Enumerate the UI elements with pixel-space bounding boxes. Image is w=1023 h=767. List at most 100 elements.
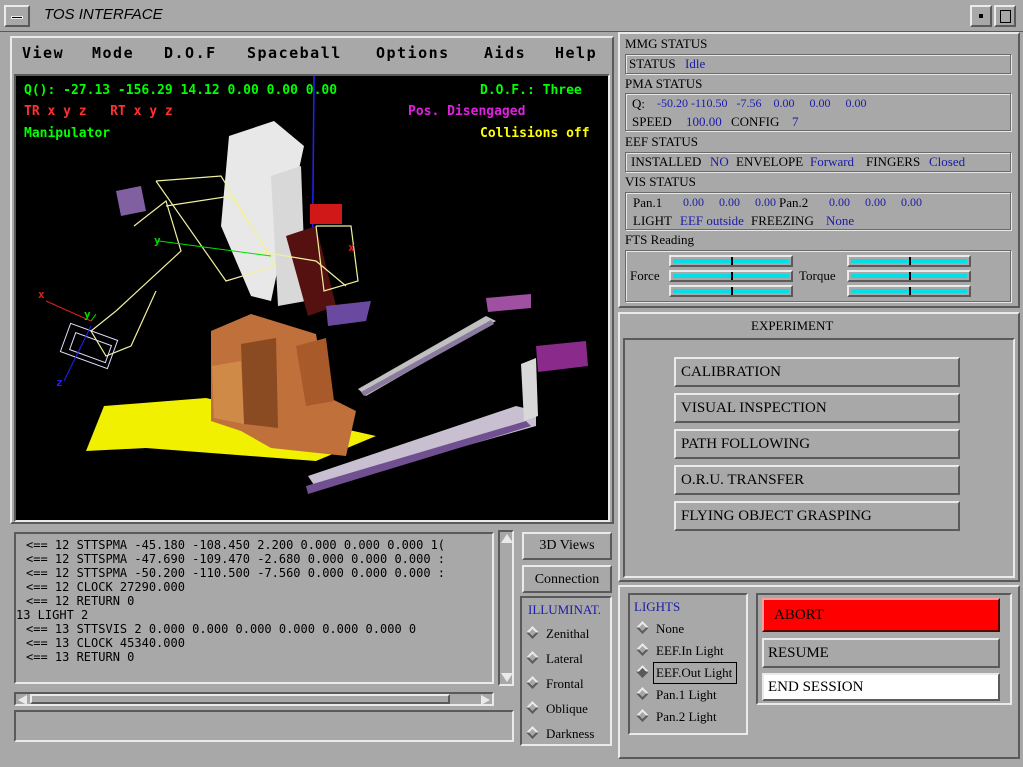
force-bar-z bbox=[669, 285, 793, 297]
vis-pan1-label: Pan.1 bbox=[633, 195, 663, 210]
pma-q-values: -50.20 -110.50 -7.56 0.00 0.00 0.00 bbox=[657, 96, 867, 110]
maximize-button[interactable] bbox=[994, 5, 1016, 27]
command-input[interactable] bbox=[14, 710, 514, 742]
pma-config-value: 7 bbox=[792, 114, 799, 129]
resume-button[interactable]: RESUME bbox=[762, 638, 1000, 668]
radio-icon bbox=[636, 643, 649, 656]
minimize-icon bbox=[979, 14, 983, 18]
calibration-button[interactable]: CALIBRATION bbox=[674, 357, 960, 387]
end-session-button[interactable]: END SESSION bbox=[762, 673, 1000, 701]
log-line: <== 12 STTSPMA -45.180 -108.450 2.200 0.… bbox=[26, 538, 446, 552]
eef-envelope-value: Forward bbox=[810, 154, 855, 169]
pma-speed-label: SPEED bbox=[632, 114, 672, 129]
illum-darkness-radio[interactable]: Darkness bbox=[526, 726, 594, 742]
scroll-down-icon[interactable] bbox=[501, 673, 513, 682]
eef-installed-label: INSTALLED bbox=[631, 154, 702, 169]
log-line: <== 12 STTSPMA -47.690 -109.470 -2.680 0… bbox=[26, 552, 446, 566]
radio-icon bbox=[526, 701, 539, 714]
menu-help[interactable]: Help bbox=[555, 44, 597, 62]
fts-reading-field: Force Torque bbox=[625, 250, 1011, 302]
dof-readout: D.O.F.: Three bbox=[480, 83, 582, 98]
axis-label-y2: y bbox=[84, 308, 91, 321]
visual-inspection-button[interactable]: VISUAL INSPECTION bbox=[674, 393, 960, 423]
illumination-panel: ILLUMINAT. Zenithal Lateral Frontal Obli… bbox=[520, 596, 612, 746]
illum-oblique-radio[interactable]: Oblique bbox=[526, 701, 588, 717]
title-bar: TOS INTERFACE bbox=[0, 0, 1023, 32]
mmg-status-title: MMG STATUS bbox=[625, 36, 708, 51]
log-line: <== 13 RETURN 0 bbox=[26, 650, 135, 664]
illum-lateral-radio[interactable]: Lateral bbox=[526, 651, 583, 667]
menu-spaceball[interactable]: Spaceball bbox=[247, 44, 342, 62]
lights-title: LIGHTS bbox=[634, 599, 681, 614]
pma-config-label: CONFIG bbox=[731, 114, 780, 129]
log-line: <== 12 STTSPMA -50.200 -110.500 -7.560 0… bbox=[26, 566, 446, 580]
light-none-radio[interactable]: None bbox=[636, 621, 684, 637]
fts-reading-title: FTS Reading bbox=[625, 232, 694, 247]
menu-dof[interactable]: D.O.F bbox=[164, 44, 217, 62]
log-vertical-scrollbar[interactable] bbox=[498, 530, 514, 686]
abort-button[interactable]: ABORT bbox=[762, 598, 1000, 632]
radio-icon bbox=[526, 626, 539, 639]
vis-light-label: LIGHT bbox=[633, 213, 672, 228]
frame-labels: TR x y z RT x y z bbox=[24, 104, 173, 119]
vis-pan2-label: Pan.2 bbox=[779, 195, 809, 210]
connection-button[interactable]: Connection bbox=[522, 565, 612, 593]
pma-status-title: PMA STATUS bbox=[625, 76, 703, 91]
radio-icon bbox=[636, 687, 649, 700]
experiment-title: EXPERIMENT bbox=[751, 318, 834, 333]
3d-scene-view[interactable]: Q(): -27.13 -156.29 14.12 0.00 0.00 0.00… bbox=[14, 74, 610, 522]
scroll-right-icon[interactable] bbox=[481, 695, 490, 705]
axis-label-z2: z bbox=[56, 376, 63, 389]
force-bar-y bbox=[669, 270, 793, 282]
illumination-title: ILLUMINAT. bbox=[528, 602, 602, 617]
radio-icon bbox=[526, 651, 539, 664]
eef-fingers-value: Closed bbox=[929, 154, 966, 169]
light-pan1-radio[interactable]: Pan.1 Light bbox=[636, 687, 717, 703]
joint-readout: Q(): -27.13 -156.29 14.12 0.00 0.00 0.00 bbox=[24, 83, 338, 98]
light-eef-in-radio[interactable]: EEF.In Light bbox=[636, 643, 724, 659]
status-label: STATUS bbox=[629, 56, 676, 71]
vis-status-field: Pan.1 0.00 0.00 0.00 Pan.2 0.00 0.00 0.0… bbox=[625, 192, 1011, 230]
log-line: <== 12 CLOCK 27290.000 bbox=[26, 580, 185, 594]
message-log[interactable]: <== 12 STTSPMA -45.180 -108.450 2.200 0.… bbox=[14, 532, 494, 684]
menu-mode[interactable]: Mode bbox=[92, 44, 134, 62]
scroll-up-icon[interactable] bbox=[501, 534, 513, 543]
3d-views-button[interactable]: 3D Views bbox=[522, 532, 612, 560]
window-menu-button[interactable] bbox=[4, 5, 30, 27]
illum-zenithal-radio[interactable]: Zenithal bbox=[526, 626, 589, 642]
force-bar-x bbox=[669, 255, 793, 267]
horizontal-scroll-thumb[interactable] bbox=[30, 694, 450, 704]
menu-options[interactable]: Options bbox=[376, 44, 450, 62]
force-label: Force bbox=[630, 268, 660, 283]
flying-object-grasping-button[interactable]: FLYING OBJECT GRASPING bbox=[674, 501, 960, 531]
log-horizontal-scrollbar[interactable] bbox=[14, 692, 494, 706]
pma-status-field: Q: -50.20 -110.50 -7.56 0.00 0.00 0.00 S… bbox=[625, 93, 1011, 131]
minimize-button[interactable] bbox=[970, 5, 992, 27]
illum-frontal-radio[interactable]: Frontal bbox=[526, 676, 584, 692]
menu-aids[interactable]: Aids bbox=[484, 44, 526, 62]
oru-transfer-button[interactable]: O.R.U. TRANSFER bbox=[674, 465, 960, 495]
path-following-button[interactable]: PATH FOLLOWING bbox=[674, 429, 960, 459]
vis-pan2-values: 0.00 0.00 0.00 bbox=[829, 195, 922, 209]
torque-bar-y bbox=[847, 270, 971, 282]
lights-panel: LIGHTS None EEF.In Light EEF.Out Light P… bbox=[628, 593, 748, 735]
maximize-icon bbox=[1000, 10, 1011, 23]
axis-label-x2: x bbox=[38, 288, 45, 301]
eef-status-title: EEF STATUS bbox=[625, 134, 698, 149]
window-title: TOS INTERFACE bbox=[44, 6, 163, 23]
light-eef-out-radio[interactable]: EEF.Out Light bbox=[636, 662, 738, 684]
vis-freezing-label: FREEZING bbox=[751, 213, 814, 228]
log-line: <== 13 CLOCK 45340.000 bbox=[26, 636, 185, 650]
scroll-left-icon[interactable] bbox=[18, 695, 27, 705]
vis-pan1-values: 0.00 0.00 0.00 bbox=[683, 195, 776, 209]
light-pan2-radio[interactable]: Pan.2 Light bbox=[636, 709, 717, 725]
menu-view[interactable]: View bbox=[22, 44, 64, 62]
torque-label: Torque bbox=[799, 268, 836, 283]
torque-bar-x bbox=[847, 255, 971, 267]
vis-light-value: EEF outside bbox=[680, 213, 744, 228]
collisions-status: Collisions off bbox=[480, 126, 590, 141]
log-line: <== 12 RETURN 0 bbox=[26, 594, 135, 608]
log-line: 13 LIGHT 2 bbox=[16, 608, 89, 622]
position-status: Pos. Disengaged bbox=[408, 104, 526, 119]
vis-freezing-value: None bbox=[826, 213, 855, 228]
